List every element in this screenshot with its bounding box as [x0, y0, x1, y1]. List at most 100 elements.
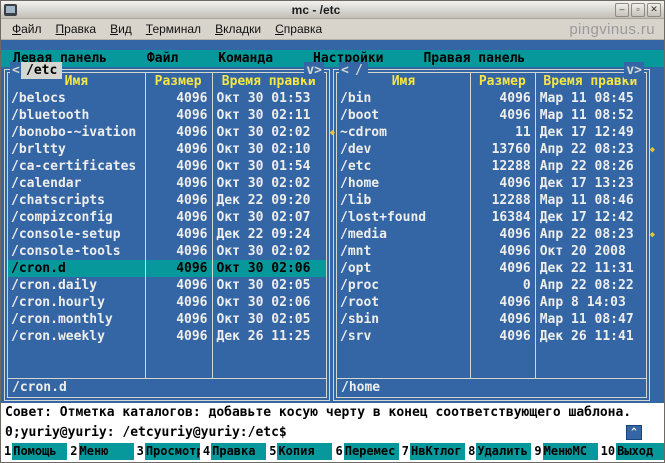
window-icon	[4, 3, 17, 16]
mc-menu-item[interactable]: Команда	[218, 51, 273, 66]
mc-menu-item[interactable]: Файл	[147, 51, 178, 66]
titlebar[interactable]: mc - /etc – ▫ ✕	[1, 1, 664, 19]
file-mtime: Окт 30 02:06	[216, 261, 311, 276]
fkey-label: Правка	[211, 443, 267, 460]
file-name: /srv	[340, 329, 372, 344]
history-dropdown-icon[interactable]: v>	[304, 62, 324, 79]
file-row[interactable]: /compizconfig 4096 Окт 30 02:07	[8, 209, 326, 226]
file-row[interactable]: /console-setup 4096 Дек 22 09:24	[8, 226, 326, 243]
fkey-8-button[interactable]: 8 Удалить	[465, 443, 532, 460]
file-row[interactable]: /media 4096 Апр 22 08:23	[337, 226, 646, 243]
history-dropdown-icon[interactable]: v>	[624, 62, 644, 79]
close-button[interactable]: ✕	[647, 2, 661, 17]
fkey-label: МенюМС	[542, 443, 598, 460]
file-row[interactable]: /belocs 4096 Окт 30 01:53	[8, 90, 326, 107]
file-row[interactable]: /bluetooth 4096 Окт 30 02:11	[8, 107, 326, 124]
fkey-number: 2	[67, 443, 79, 460]
file-mtime: Дек 17 12:49	[539, 125, 634, 140]
fkey-3-button[interactable]: 3 Просмотр	[133, 443, 200, 460]
file-size: 4096	[176, 142, 208, 157]
fkey-10-button[interactable]: 10 Выход	[597, 443, 664, 460]
menu-item[interactable]: Справка	[268, 22, 329, 36]
scroll-up-button[interactable]: ^	[626, 425, 642, 440]
file-row[interactable]: /ca-certificates 4096 Окт 30 01:54	[8, 158, 326, 175]
file-size: 4096	[499, 108, 531, 123]
mc-area: Левая панель Файл Команда Настройки Правая п…	[1, 40, 664, 403]
right-panel-path[interactable]: /	[350, 62, 368, 79]
column-header-size[interactable]: Размер	[145, 73, 212, 90]
file-row[interactable]: /calendar 4096 Окт 30 02:02	[8, 175, 326, 192]
menu-item[interactable]: Вкладки	[208, 22, 268, 36]
file-name: /bluetooth	[11, 108, 90, 123]
file-row[interactable]: /bonobo-~ivation 4096 Окт 30 02:02	[8, 124, 326, 141]
fkey-5-button[interactable]: 5 Копия	[266, 443, 333, 460]
file-row[interactable]: /dev 13760 Апр 22 08:23	[337, 141, 646, 158]
minimize-button[interactable]: –	[615, 2, 629, 17]
file-row[interactable]: /lib 12288 Мар 11 08:46	[337, 192, 646, 209]
file-name: /lib	[340, 193, 372, 208]
file-name: /root	[340, 295, 380, 310]
fkey-label: Помощь	[12, 443, 68, 460]
menu-item[interactable]: Правка	[49, 22, 104, 36]
fkey-7-button[interactable]: 7 НвКтлог	[398, 443, 466, 460]
shell-prompt: 0;yuriy@yuriy: /etcyuriy@yuriy:/etc$	[5, 425, 287, 440]
file-row[interactable]: /proc 0 Апр 22 08:22	[337, 277, 646, 294]
hint-line: Совет: Отметка каталогов: добавьте косую…	[1, 403, 664, 423]
file-name: /calendar	[11, 176, 82, 191]
fkey-1-button[interactable]: 1 Помощь	[1, 443, 68, 460]
file-mtime: Окт 20 2008	[539, 244, 626, 259]
file-row[interactable]: /chatscripts 4096 Дек 22 09:20	[8, 192, 326, 209]
file-mtime: Дек 22 09:20	[216, 193, 311, 208]
file-size: 4096	[499, 295, 531, 310]
file-size: 4096	[499, 312, 531, 327]
file-row[interactable]: /sbin 4096 Мар 11 08:47	[337, 311, 646, 328]
file-row[interactable]: /mnt 4096 Окт 20 2008	[337, 243, 646, 260]
file-row[interactable]: /home 4096 Дек 17 13:23	[337, 175, 646, 192]
column-separator	[534, 73, 536, 378]
file-size: 13760	[491, 142, 531, 157]
file-name: /etc	[340, 159, 372, 174]
right-panel-status: /home	[337, 378, 646, 397]
menu-item[interactable]: Файл	[5, 22, 49, 36]
file-name: /console-setup	[11, 227, 121, 242]
file-row[interactable]: /console-tools 4096 Окт 30 02:02	[8, 243, 326, 260]
menu-item[interactable]: Вид	[103, 22, 139, 36]
fkey-2-button[interactable]: 2 Меню	[67, 443, 134, 460]
file-row[interactable]: /cron.weekly 4096 Дек 26 11:25	[8, 328, 326, 345]
fkey-4-button[interactable]: 4 Правка	[199, 443, 267, 460]
file-row[interactable]: /etc 12288 Апр 22 08:26	[337, 158, 646, 175]
file-name: /bin	[340, 91, 372, 106]
column-separator	[469, 73, 471, 378]
file-row[interactable]: /brltty 4096 Окт 30 02:10	[8, 141, 326, 158]
file-size: 4096	[176, 125, 208, 140]
file-row[interactable]: /root 4096 Апр 8 14:03	[337, 294, 646, 311]
command-line[interactable]: 0;yuriy@yuriy: /etcyuriy@yuriy:/etc$ ^	[1, 423, 664, 443]
file-row[interactable]: /srv 4096 Дек 26 11:41	[337, 328, 646, 345]
file-mtime: Окт 30 01:54	[216, 159, 311, 174]
file-row[interactable]: /lost+found 16384 Дек 17 12:42	[337, 209, 646, 226]
file-row-selected[interactable]: /cron.d 4096 Окт 30 02:06	[8, 260, 326, 277]
mc-menu-item[interactable]: Правая панель	[423, 51, 525, 66]
file-size: 4096	[176, 227, 208, 242]
column-headers: Имя Размер Время правки	[337, 73, 646, 90]
file-row[interactable]: /bin 4096 Мар 11 08:45	[337, 90, 646, 107]
fkey-label: Просмотр	[144, 443, 200, 460]
file-row[interactable]: /cron.daily 4096 Окт 30 02:05	[8, 277, 326, 294]
file-mtime: Окт 30 02:06	[216, 295, 311, 310]
maximize-button[interactable]: ▫	[631, 2, 645, 17]
file-size: 4096	[176, 295, 208, 310]
menu-item[interactable]: Терминал	[139, 22, 208, 36]
file-name: /proc	[340, 278, 380, 293]
column-header-size[interactable]: Размер	[470, 73, 535, 90]
file-row[interactable]: /boot 4096 Мар 11 08:52	[337, 107, 646, 124]
file-row[interactable]: /cron.hourly 4096 Окт 30 02:06	[8, 294, 326, 311]
fkey-9-button[interactable]: 9 МенюМС	[531, 443, 598, 460]
file-mtime: Дек 26 11:41	[539, 329, 634, 344]
file-size: 4096	[176, 278, 208, 293]
file-row[interactable]: /cron.monthly 4096 Окт 30 02:05	[8, 311, 326, 328]
fkey-6-button[interactable]: 6 Перемес	[332, 443, 399, 460]
left-panel-path[interactable]: /etc	[21, 62, 63, 79]
file-row[interactable]: /opt 4096 Дек 22 11:31	[337, 260, 646, 277]
file-row[interactable]: ~cdrom 11 Дек 17 12:49	[337, 124, 646, 141]
file-size: 0	[522, 278, 531, 293]
